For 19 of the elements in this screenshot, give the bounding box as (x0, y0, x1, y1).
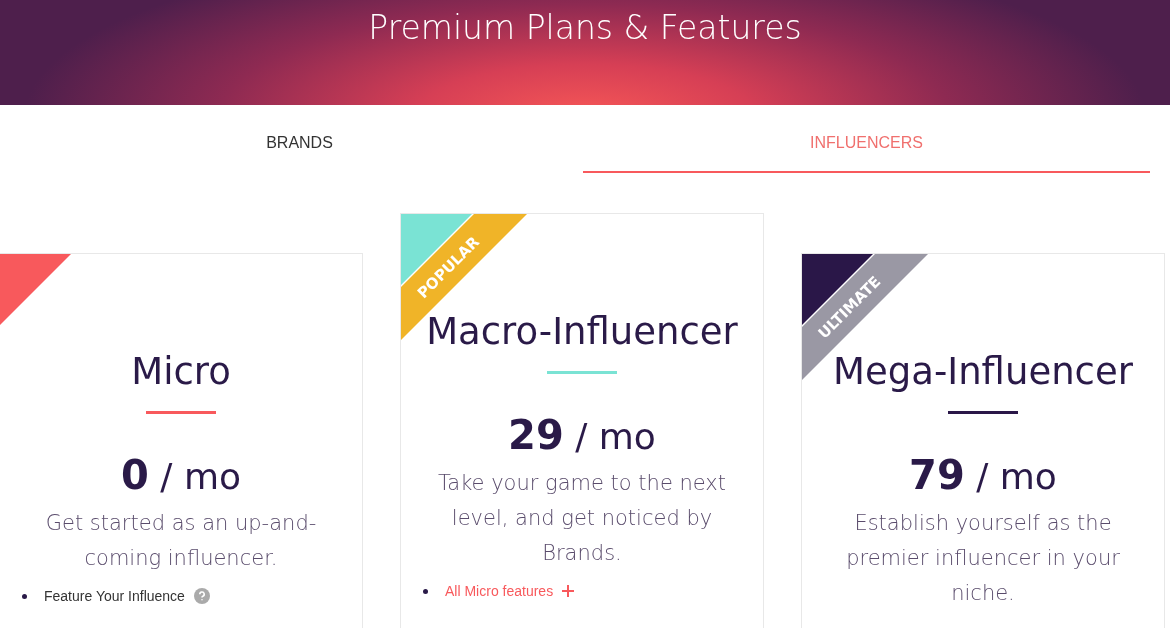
page-title: Premium Plans & Features (368, 8, 802, 49)
plan-description: Establish yourself as the premier influencer in your niche. (845, 510, 1121, 607)
plan-name: Micro (131, 350, 231, 393)
accent-underline (146, 411, 216, 414)
tab[interactable]: BRANDS (16, 105, 583, 173)
bullet-icon (423, 588, 428, 594)
bullet-icon (22, 593, 27, 599)
plan-price: 0 / mo (121, 452, 241, 498)
help-icon[interactable] (193, 588, 210, 604)
plan-description: Get started as an up-and-coming influencer. (44, 510, 318, 572)
accent-underline (547, 371, 617, 374)
accent-underline (948, 411, 1018, 414)
plan-price: 29 / mo (508, 412, 656, 458)
feature-link[interactable]: All Micro features (445, 583, 554, 599)
plan-price: 79 / mo (909, 452, 1057, 498)
feature-text: Feature Your Influence (44, 588, 185, 604)
plan-description: Take your game to the next level, and get noticed by Brands. (436, 470, 728, 567)
plus-icon[interactable] (562, 585, 575, 597)
tab[interactable]: INFLUENCERS (583, 105, 1150, 173)
